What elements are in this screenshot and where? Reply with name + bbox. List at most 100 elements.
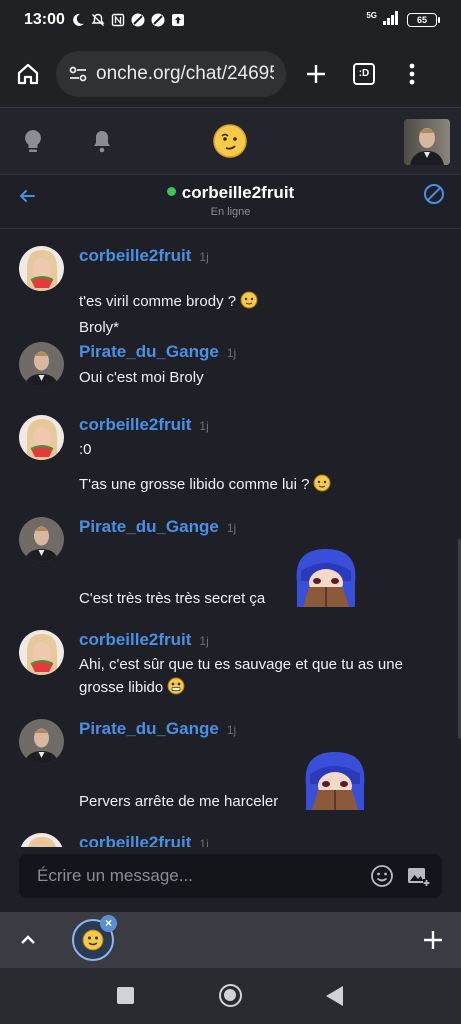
man-portrait-icon xyxy=(19,719,64,764)
chat-contact-title: corbeille2fruit xyxy=(0,183,461,203)
message-author[interactable]: corbeille2fruit xyxy=(79,833,191,847)
man-portrait-icon xyxy=(19,342,64,387)
online-indicator xyxy=(166,187,176,197)
network-label: 5G xyxy=(366,10,377,20)
message-header: Pirate_du_Gange 1j xyxy=(79,517,236,537)
more-vert-icon xyxy=(409,63,415,84)
home-button[interactable] xyxy=(10,56,46,92)
message-item: Pirate_du_Gange 1j Pervers arrête de me … xyxy=(19,719,444,811)
smiley-emoji-icon xyxy=(82,929,104,951)
app-icon xyxy=(151,13,166,28)
message-time: 1j xyxy=(199,837,209,847)
message-item: Pirate_du_Gange 1j Oui c'est moi Broly xyxy=(19,342,444,402)
message-time: 1j xyxy=(226,521,237,535)
message-text: T'as une grosse libido comme lui ? xyxy=(79,474,331,496)
woman-watermelon-avatar-icon xyxy=(19,415,64,460)
contact-name: corbeille2fruit xyxy=(181,183,295,202)
message-text: t'es viril comme brody ? xyxy=(79,291,258,313)
tabs-count: :D xyxy=(353,62,375,85)
system-navigation-bar xyxy=(0,968,461,1024)
url-text[interactable]: onche.org/chat/24695 xyxy=(96,63,274,85)
status-icons xyxy=(71,13,186,28)
woman-watermelon-avatar-icon xyxy=(19,833,64,847)
message-item: Pirate_du_Gange 1j C'est très très très … xyxy=(19,517,444,609)
upload-icon xyxy=(171,13,186,28)
message-author[interactable]: Pirate_du_Gange xyxy=(79,517,219,537)
add-image-icon[interactable] xyxy=(406,864,430,888)
message-line: grosse libido xyxy=(79,679,164,696)
message-input[interactable] xyxy=(37,866,358,886)
back-nav-button[interactable] xyxy=(326,986,343,1006)
user-avatar[interactable] xyxy=(19,630,64,675)
message-item: corbeille2fruit 1j xyxy=(19,833,444,847)
message-text: grosse libido xyxy=(79,677,185,699)
bell-icon[interactable] xyxy=(90,128,114,154)
message-header: corbeille2fruit 1j xyxy=(79,415,209,435)
message-time: 1j xyxy=(226,723,237,737)
smiley-emoji-icon xyxy=(313,474,331,492)
signal-icon xyxy=(383,10,401,30)
message-item: corbeille2fruit 1j t'es viril comme brod… xyxy=(19,246,444,336)
app-icon xyxy=(131,13,146,28)
message-time: 1j xyxy=(226,346,237,360)
url-bar[interactable]: onche.org/chat/24695 xyxy=(56,50,286,97)
chat-bottom-bar: × xyxy=(0,912,461,968)
lightbulb-icon[interactable] xyxy=(21,128,45,154)
site-logo-icon[interactable] xyxy=(212,123,248,159)
chat-header: corbeille2fruit En ligne xyxy=(0,175,461,229)
user-avatar[interactable] xyxy=(19,415,64,460)
message-author[interactable]: corbeille2fruit xyxy=(79,415,191,435)
message-text: C'est très très très secret ça xyxy=(79,590,266,607)
anime-girl-sticker-icon xyxy=(296,549,356,607)
user-avatar[interactable] xyxy=(19,833,64,847)
new-tab-button[interactable] xyxy=(296,54,336,94)
grinning-emoji-icon xyxy=(167,677,185,695)
tabs-button[interactable]: :D xyxy=(344,54,384,94)
block-user-icon[interactable] xyxy=(423,183,445,205)
message-text: Pervers arrête de me harceler xyxy=(79,793,279,810)
profile-avatar[interactable] xyxy=(404,119,450,165)
message-text: Broly* xyxy=(79,319,120,336)
plus-icon xyxy=(307,64,325,83)
user-avatar[interactable] xyxy=(19,342,64,387)
message-author[interactable]: Pirate_du_Gange xyxy=(79,719,219,739)
emoji-picker-icon[interactable] xyxy=(370,864,394,888)
man-portrait-icon xyxy=(404,119,450,165)
status-right: 5G 65 xyxy=(366,10,440,30)
message-line: t'es viril comme brody ? xyxy=(79,293,237,310)
message-time: 1j xyxy=(199,250,209,264)
message-list[interactable]: corbeille2fruit 1j t'es viril comme brod… xyxy=(0,229,461,847)
woman-watermelon-avatar-icon xyxy=(19,630,64,675)
message-text: Oui c'est moi Broly xyxy=(79,369,204,386)
site-settings-icon[interactable] xyxy=(68,64,88,84)
message-header: Pirate_du_Gange 1j xyxy=(79,342,236,362)
user-avatar[interactable] xyxy=(19,517,64,562)
recents-button[interactable] xyxy=(117,987,134,1004)
status-time: 13:00 xyxy=(24,11,65,28)
message-author[interactable]: corbeille2fruit xyxy=(79,630,191,650)
browser-menu-button[interactable] xyxy=(392,54,432,94)
message-header: corbeille2fruit 1j xyxy=(79,630,209,650)
chevron-up-icon[interactable] xyxy=(16,928,40,952)
message-text: :0 xyxy=(79,441,92,458)
message-author[interactable]: Pirate_du_Gange xyxy=(79,342,219,362)
message-header: corbeille2fruit 1j xyxy=(79,833,209,847)
message-time: 1j xyxy=(199,419,209,433)
user-avatar[interactable] xyxy=(19,246,64,291)
close-bubble-icon[interactable]: × xyxy=(100,915,117,932)
message-item: corbeille2fruit 1j :0 T'as une grosse li… xyxy=(19,415,444,505)
user-avatar[interactable] xyxy=(19,719,64,764)
smiley-emoji-icon xyxy=(240,291,258,309)
contact-status: En ligne xyxy=(210,206,251,218)
home-nav-button[interactable] xyxy=(219,984,242,1007)
message-author[interactable]: corbeille2fruit xyxy=(79,246,191,266)
nfc-icon xyxy=(111,13,126,28)
message-time: 1j xyxy=(199,634,209,648)
man-portrait-icon xyxy=(19,517,64,562)
home-icon xyxy=(17,63,39,84)
message-line: T'as une grosse libido comme lui ? xyxy=(79,476,310,493)
message-text: Ahi, c'est sûr que tu es sauvage et que … xyxy=(79,656,403,673)
status-bar: 13:00 5G 65 xyxy=(0,0,461,40)
plus-icon[interactable] xyxy=(421,928,445,952)
battery-icon: 65 xyxy=(407,13,440,27)
